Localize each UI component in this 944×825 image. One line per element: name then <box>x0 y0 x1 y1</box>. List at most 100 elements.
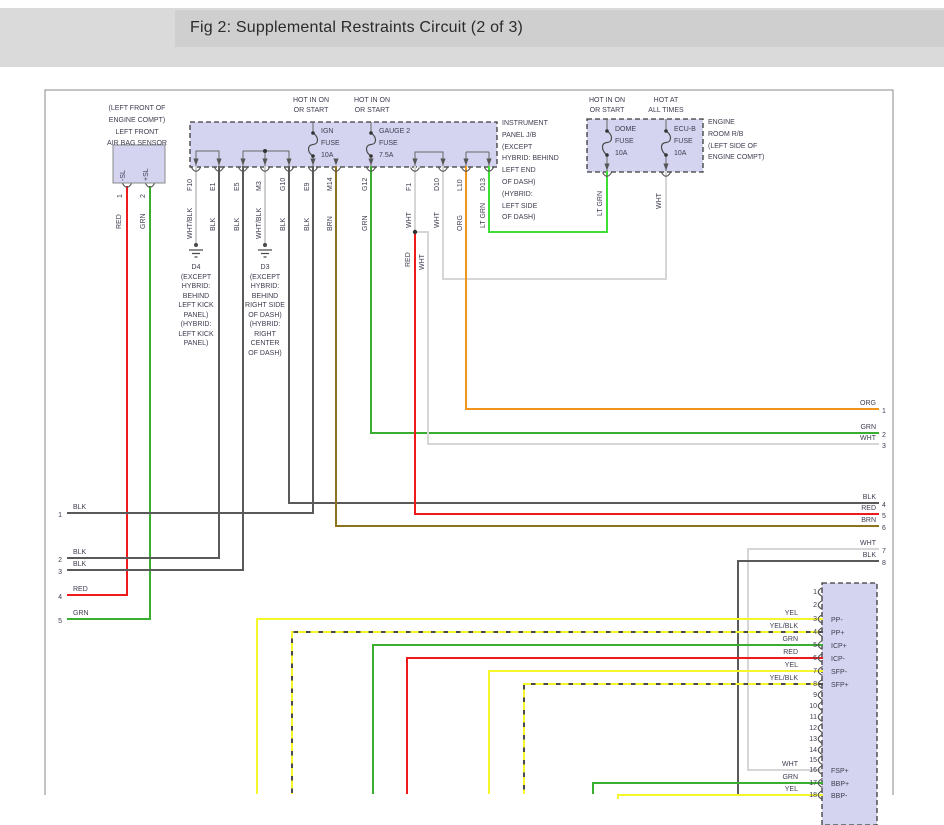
wire-color-label: GRN <box>140 213 147 229</box>
wire-color-label: RED <box>73 586 88 593</box>
wire-color-label: YEL <box>784 662 798 669</box>
wire-color-label: WHT/BLK <box>187 207 194 239</box>
wire-color-label: WHT <box>406 212 413 228</box>
row-num: 1 <box>882 408 886 415</box>
wire-color-label: RED <box>405 252 412 267</box>
wire-color-label: LT GRN <box>597 190 604 216</box>
jb-pin-id: E5 <box>234 182 241 191</box>
row-num: 7 <box>882 548 886 555</box>
jb-pin-id: E1 <box>210 182 217 191</box>
wire-color-label: YEL/BLK <box>769 675 798 682</box>
jb-pin-id: G10 <box>280 177 287 191</box>
ground-d3-label: D3 (EXCEPT HYBRID: BEHIND RIGHT SIDE OF … <box>245 264 285 357</box>
sensor-pin-name: +SL <box>143 168 150 181</box>
wire-color-label: ORG <box>860 400 876 407</box>
conn-pin-num: 18 <box>809 792 817 799</box>
conn-signal-label: SFP+ <box>831 682 849 689</box>
conn-signal-label: PP+ <box>831 630 845 637</box>
ign-fuse-label: IGN FUSE 10A <box>321 128 340 159</box>
power-feed-label: HOT IN ON OR START <box>588 97 626 114</box>
wire-color-label: BLK <box>73 549 87 556</box>
conn-pin-num: 14 <box>809 747 817 754</box>
conn-pin-num: 15 <box>809 757 817 764</box>
wire-color-label: YEL/BLK <box>769 623 798 630</box>
wire-color-label: ORG <box>457 215 464 231</box>
jb-pin-id: F10 <box>187 178 194 191</box>
jb-pin-id: D13 <box>480 178 487 191</box>
conn-signal-label: BBP- <box>831 793 848 800</box>
wire-color-label: GRN <box>362 215 369 231</box>
wire-splice-wht <box>414 231 879 445</box>
wire-color-label: WHT <box>419 254 426 270</box>
wire-color-label: BRN <box>861 517 876 524</box>
conn-signal-label: SFP- <box>831 669 847 676</box>
wire-color-label: BLK <box>210 217 217 231</box>
sensor-pin-num: 2 <box>140 194 147 198</box>
conn-pin-num: 1 <box>813 589 817 596</box>
bus-junction-dot <box>263 149 267 153</box>
wire-color-label: GRN <box>782 774 798 781</box>
splice-dot <box>412 229 418 235</box>
conn-pin-num: 5 <box>813 642 817 649</box>
wire-pin18-yel <box>617 794 823 799</box>
conn-pin-num: 7 <box>813 668 817 675</box>
wire-color-label: YEL <box>784 610 798 617</box>
conn-signal-label: BBP+ <box>831 781 850 788</box>
wire-color-label: YEL <box>784 786 798 793</box>
jb-pin-id: L10 <box>457 179 464 191</box>
wiring-diagram-page: Fig 2: Supplemental Restraints Circuit (… <box>0 0 944 825</box>
ground-d3-icon <box>258 243 272 258</box>
jb-pin-id: M14 <box>327 177 334 191</box>
wire-color-label: BLK <box>73 561 87 568</box>
wire-color-label: WHT <box>860 540 876 547</box>
ground-d4-label: D4 (EXCEPT HYBRID: BEHIND LEFT KICK PANE… <box>178 264 214 347</box>
row-num: 3 <box>58 569 62 576</box>
row-num: 1 <box>58 512 62 519</box>
gauge2-fuse-label: GAUGE 2 FUSE 7.5A <box>379 128 411 159</box>
airbag-sensor-label: (LEFT FRONT OF ENGINE COMPT) LEFT FRONT … <box>107 105 167 148</box>
wire-color-label: BLK <box>280 217 287 231</box>
conn-pin-num: 11 <box>809 714 817 721</box>
diagram-border <box>44 89 894 795</box>
conn-pin-num: 17 <box>809 780 817 787</box>
row-num: 6 <box>882 525 886 532</box>
wire-color-label: RED <box>116 214 123 229</box>
wire-g12-grn <box>370 166 879 434</box>
conn-pin-num: 12 <box>809 725 817 732</box>
conn-signal-label: ICP- <box>831 656 845 663</box>
wire-color-label: LT GRN <box>480 202 487 228</box>
wire-sensor-red <box>67 186 128 596</box>
wire-color-label: WHT <box>860 435 876 442</box>
row-num: 4 <box>882 502 886 509</box>
conn-signal-label: FSP+ <box>831 768 849 775</box>
row-num: 2 <box>58 557 62 564</box>
wire-color-label: RED <box>861 505 876 512</box>
jb-pin-id: F1 <box>406 182 413 191</box>
ecub-fuse-label: ECU-B FUSE 10A <box>674 126 696 157</box>
conn-pin-num: 2 <box>813 602 817 609</box>
conn-pin-num: 8 <box>813 681 817 688</box>
row-num: 5 <box>882 513 886 520</box>
wire-color-label: WHT <box>434 212 441 228</box>
wire-g10-blk <box>288 166 879 504</box>
wire-color-label: GRN <box>860 424 876 431</box>
ground-d4-icon <box>189 243 203 258</box>
jb-pin-id: E9 <box>304 182 311 191</box>
wire-splice-red <box>414 231 879 515</box>
row-num: 4 <box>58 594 62 601</box>
conn-signal-label: PP- <box>831 617 843 624</box>
conn-signal-label: ICP+ <box>831 643 847 650</box>
power-feed-label: HOT IN ON OR START <box>353 97 391 114</box>
jb-pin-id: G12 <box>362 177 369 191</box>
conn-pin-num: 6 <box>813 655 817 662</box>
conn-pin-num: 9 <box>813 692 817 699</box>
wire-color-label: BRN <box>327 216 334 231</box>
sensor-pin-num: 1 <box>117 194 124 198</box>
power-feed-label: HOT IN ON OR START <box>292 97 330 114</box>
wire-color-label: WHT <box>782 761 798 768</box>
jb-pin-id: M3 <box>256 181 263 191</box>
conn-pin-num: 4 <box>813 629 817 636</box>
wire-color-label: BLK <box>862 494 876 501</box>
row-num: 2 <box>882 432 886 439</box>
conn-pin-num: 13 <box>809 736 817 743</box>
